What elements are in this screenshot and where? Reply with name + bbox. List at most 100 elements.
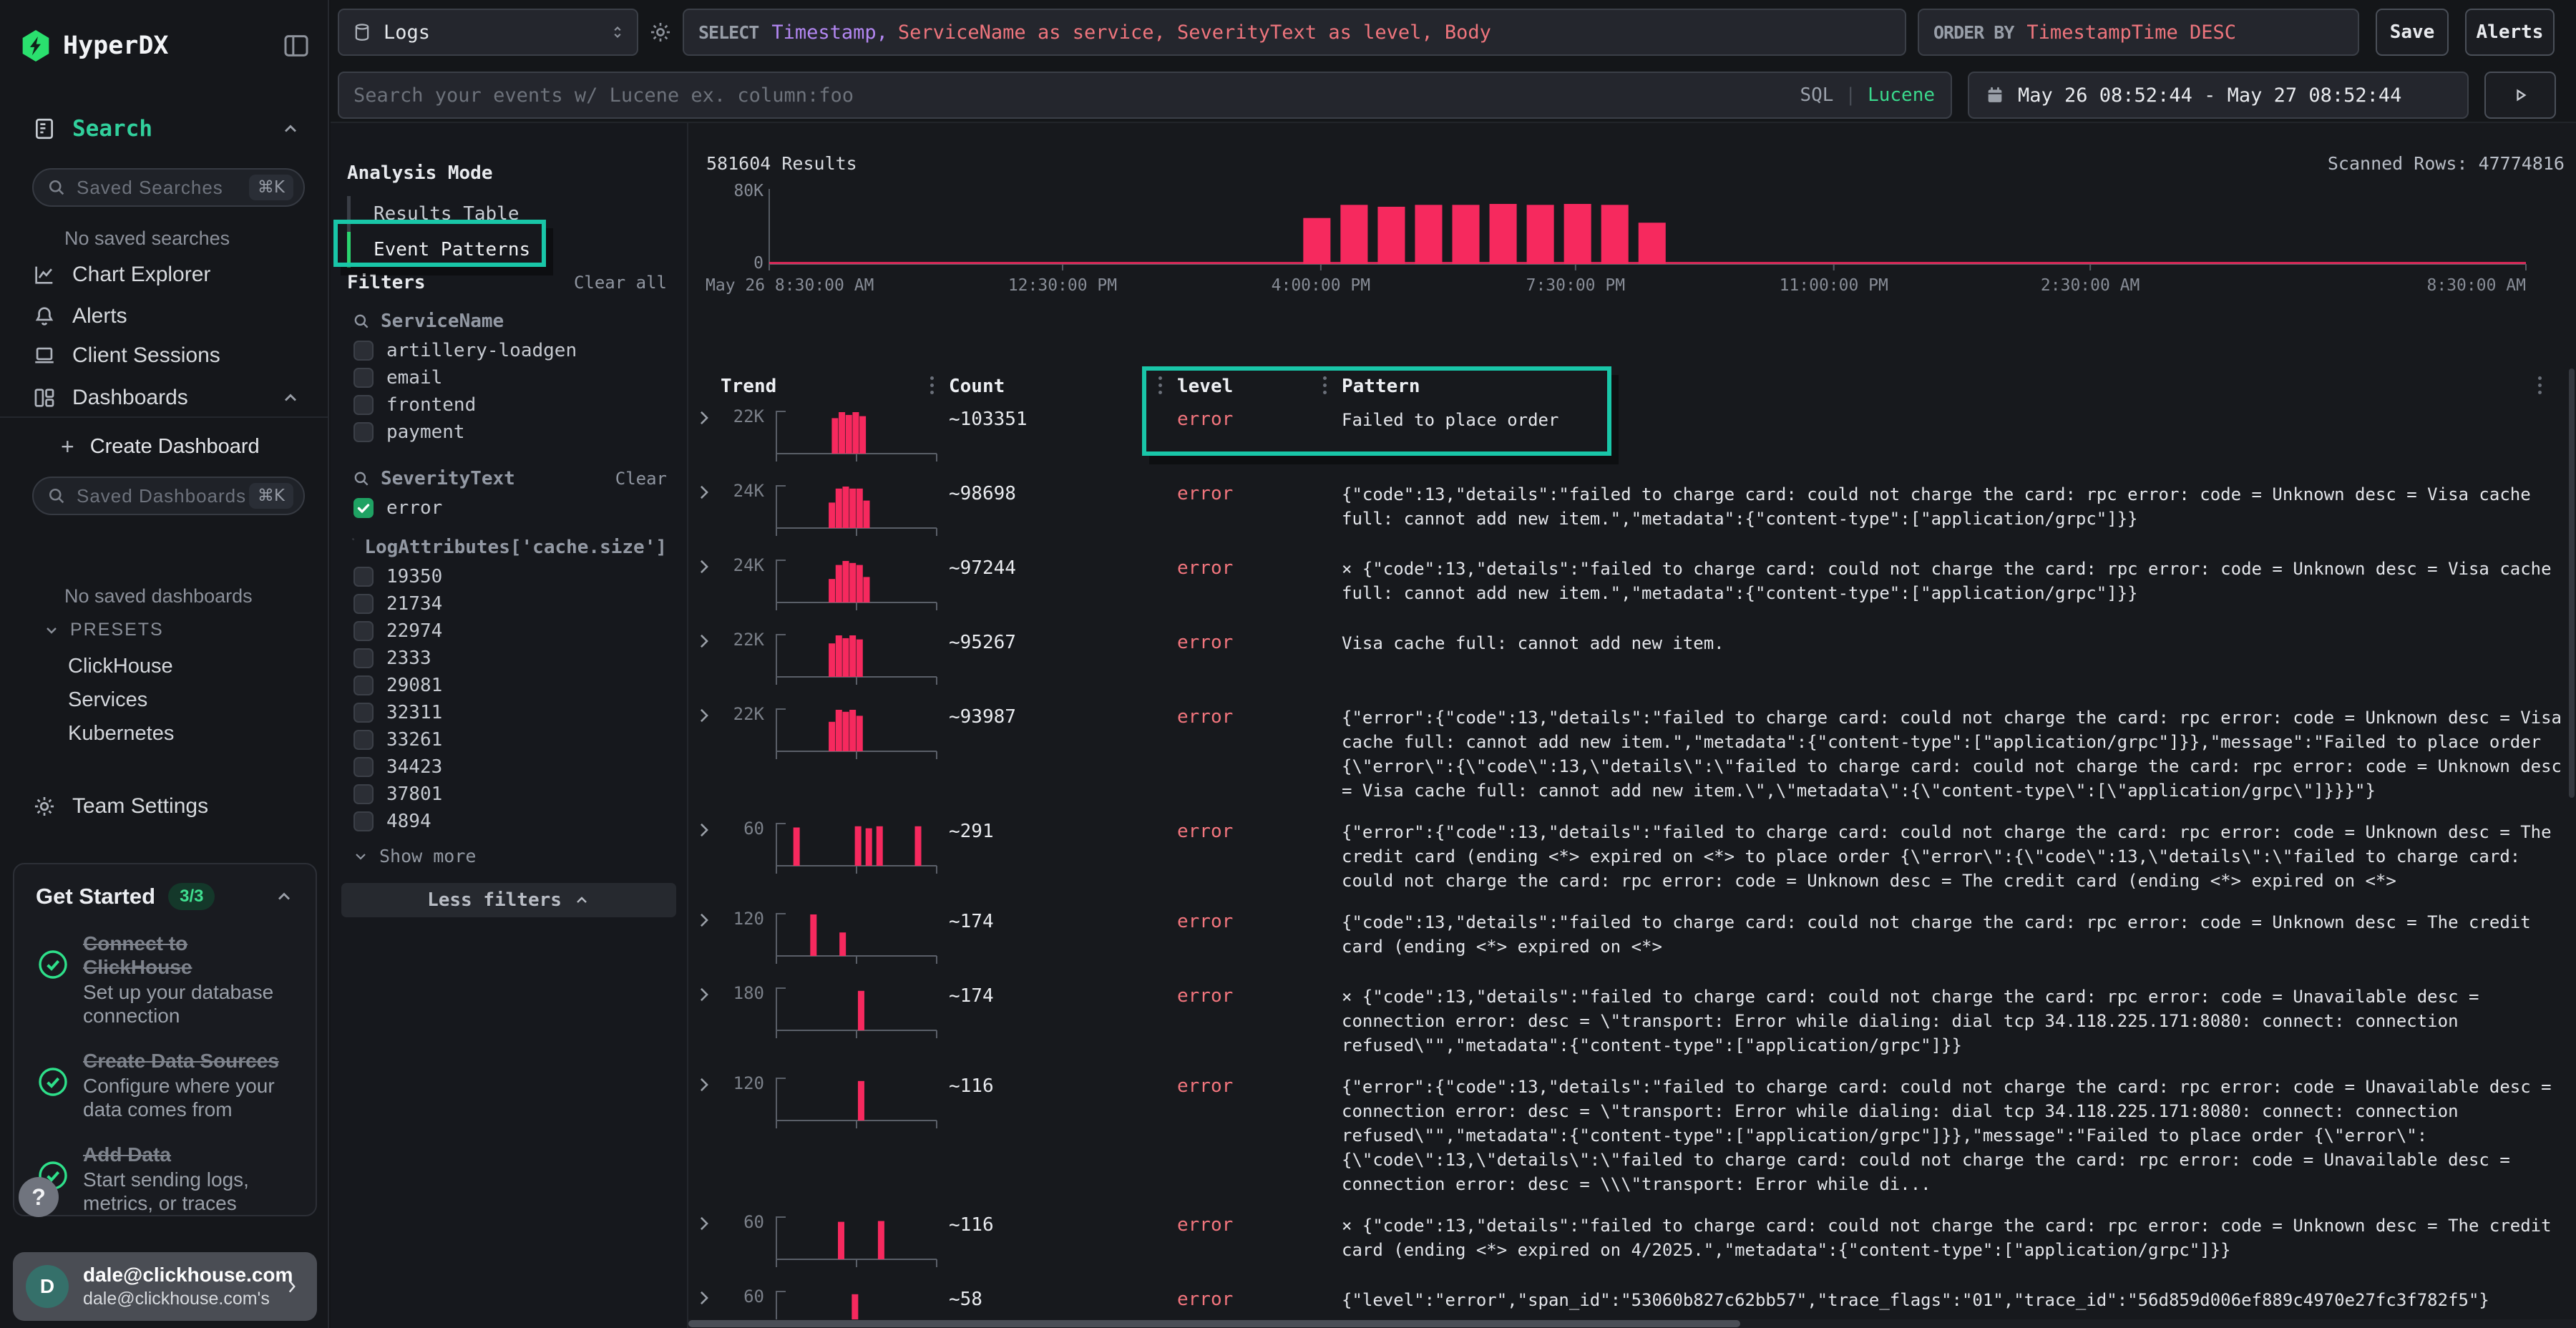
select-clause-input[interactable]: SELECT Timestamp, ServiceName as service… <box>683 9 1906 56</box>
save-button[interactable]: Save <box>2376 9 2449 56</box>
sidebar-item-alerts[interactable]: Alerts <box>0 299 328 333</box>
get-started-item[interactable]: Add DataStart sending logs, metrics, or … <box>36 1143 294 1215</box>
column-header-level[interactable]: level <box>1177 375 1233 398</box>
pattern-text[interactable]: Visa cache full: cannot add new item. <box>1342 631 2563 655</box>
servicename-filter-option[interactable]: payment <box>353 422 673 442</box>
column-header-trend[interactable]: Trend <box>721 375 776 398</box>
cache-size-filter-option[interactable]: 21734 <box>353 594 673 614</box>
saved-searches-input[interactable] <box>77 177 249 199</box>
chevron-up-icon[interactable] <box>280 119 301 139</box>
less-filters-button[interactable]: Less filters <box>341 883 676 917</box>
cache-size-filter-option[interactable]: 2333 <box>353 648 673 668</box>
search-icon[interactable] <box>352 538 354 557</box>
pattern-row[interactable]: 120~174error{"code":13,"details":"failed… <box>688 910 2576 967</box>
chevron-up-icon[interactable] <box>280 388 301 408</box>
checkbox[interactable] <box>353 498 374 518</box>
horizontal-scrollbar[interactable] <box>688 1320 1740 1327</box>
column-drag-handle-icon[interactable] <box>1323 376 1327 394</box>
help-button[interactable]: ? <box>19 1177 59 1217</box>
checkbox[interactable] <box>353 594 374 614</box>
pattern-row[interactable]: 60~116error× {"code":13,"details":"faile… <box>688 1214 2576 1271</box>
source-settings-gear-icon[interactable] <box>648 20 673 44</box>
presets-toggle[interactable]: PRESETS <box>43 620 164 640</box>
event-search-bar[interactable]: Search your events w/ Lucene ex. column:… <box>338 72 1952 119</box>
run-query-button[interactable] <box>2484 72 2556 119</box>
search-icon[interactable] <box>352 469 371 488</box>
servicename-filter-option[interactable]: email <box>353 368 673 388</box>
column-header-pattern[interactable]: Pattern <box>1342 375 1420 398</box>
pattern-row[interactable]: 120~116error{"error":{"code":13,"details… <box>688 1075 2576 1196</box>
pattern-text[interactable]: × {"code":13,"details":"failed to charge… <box>1342 1214 2563 1262</box>
get-started-item[interactable]: Create Data SourcesConfigure where your … <box>36 1049 294 1121</box>
cache-size-filter-option[interactable]: 32311 <box>353 703 673 723</box>
pattern-text[interactable]: {"code":13,"details":"failed to charge c… <box>1342 482 2563 531</box>
checkbox[interactable] <box>353 395 374 415</box>
clear-group-button[interactable]: Clear <box>615 469 667 489</box>
checkbox[interactable] <box>353 567 374 587</box>
search-icon[interactable] <box>352 312 371 331</box>
cache-size-filter-option[interactable]: 4894 <box>353 811 673 831</box>
checkbox[interactable] <box>353 368 374 388</box>
pattern-text[interactable]: {"error":{"code":13,"details":"failed to… <box>1342 1075 2563 1196</box>
pattern-text[interactable]: × {"code":13,"details":"failed to charge… <box>1342 985 2563 1058</box>
lang-lucene-toggle[interactable]: Lucene <box>1868 84 1935 106</box>
mode-event-patterns[interactable]: Event Patterns <box>347 232 665 268</box>
checkbox[interactable] <box>353 341 374 361</box>
table-options-icon[interactable] <box>2538 376 2542 394</box>
sidebar-collapse-icon[interactable] <box>282 31 311 60</box>
checkbox[interactable] <box>353 703 374 723</box>
checkbox[interactable] <box>353 621 374 641</box>
pattern-row[interactable]: 22K~103351errorFailed to place order <box>688 408 2576 465</box>
time-range-picker[interactable]: May 26 08:52:44 - May 27 08:52:44 <box>1968 72 2469 119</box>
checkbox[interactable] <box>353 811 374 831</box>
alerts-button[interactable]: Alerts <box>2465 9 2555 56</box>
checkbox[interactable] <box>353 422 374 442</box>
checkbox[interactable] <box>353 675 374 695</box>
lang-sql-toggle[interactable]: SQL <box>1800 84 1833 106</box>
get-started-item[interactable]: Connect to ClickHouseSet up your databas… <box>36 932 294 1027</box>
checkbox[interactable] <box>353 757 374 777</box>
column-drag-handle-icon[interactable] <box>930 376 934 394</box>
sidebar-item-dashboards[interactable]: Dashboards <box>0 381 328 415</box>
checkbox[interactable] <box>353 648 374 668</box>
user-menu[interactable]: D dale@clickhouse.com dale@clickhouse.co… <box>13 1252 317 1321</box>
vertical-scrollbar[interactable] <box>2569 368 2575 798</box>
sidebar-item-chart-explorer[interactable]: Chart Explorer <box>0 258 328 292</box>
pattern-text[interactable]: {"error":{"code":13,"details":"failed to… <box>1342 706 2563 803</box>
pattern-row[interactable]: 24K~97244error× {"code":13,"details":"fa… <box>688 557 2576 614</box>
preset-kubernetes[interactable]: Kubernetes <box>68 722 174 746</box>
checkbox[interactable] <box>353 730 374 750</box>
preset-clickhouse[interactable]: ClickHouse <box>68 655 173 678</box>
source-select[interactable]: Logs <box>338 9 638 56</box>
clear-all-button[interactable]: Clear all <box>574 273 667 293</box>
mode-results-table[interactable]: Results Table <box>347 196 665 232</box>
pattern-row[interactable]: 24K~98698error{"code":13,"details":"fail… <box>688 482 2576 540</box>
preset-services[interactable]: Services <box>68 688 147 712</box>
sidebar-item-client-sessions[interactable]: Client Sessions <box>0 338 328 373</box>
create-dashboard-button[interactable]: + Create Dashboard <box>0 429 328 464</box>
cache-size-filter-option[interactable]: 33261 <box>353 730 673 750</box>
cache-size-filter-option[interactable]: 19350 <box>353 567 673 587</box>
pattern-row[interactable]: 180~174error× {"code":13,"details":"fail… <box>688 985 2576 1058</box>
pattern-text[interactable]: {"level":"error","span_id":"53060b827c62… <box>1342 1288 2563 1312</box>
servicename-filter-option[interactable]: frontend <box>353 395 673 415</box>
saved-searches-search[interactable]: ⌘K <box>32 168 305 207</box>
checkbox[interactable] <box>353 784 374 804</box>
saved-dashboards-input[interactable] <box>77 485 249 507</box>
pattern-row[interactable]: 22K~93987error{"error":{"code":13,"detai… <box>688 706 2576 803</box>
chevron-up-icon[interactable] <box>274 887 294 907</box>
column-header-count[interactable]: Count <box>949 375 1005 398</box>
pattern-row[interactable]: 22K~95267errorVisa cache full: cannot ad… <box>688 631 2576 688</box>
cache-size-filter-option[interactable]: 34423 <box>353 757 673 777</box>
pattern-row[interactable]: 60~291error{"error":{"code":13,"details"… <box>688 820 2576 893</box>
pattern-text[interactable]: {"error":{"code":13,"details":"failed to… <box>1342 820 2563 893</box>
show-more-button[interactable]: Show more <box>352 846 476 866</box>
results-histogram[interactable]: 80K0May 26 8:30:00 AM12:30:00 PM4:00:00 … <box>688 182 2574 303</box>
cache-size-filter-option[interactable]: 22974 <box>353 621 673 641</box>
cache-size-filter-option[interactable]: 37801 <box>353 784 673 804</box>
saved-dashboards-search[interactable]: ⌘K <box>32 477 305 515</box>
pattern-text[interactable]: Failed to place order <box>1342 408 2563 432</box>
pattern-text[interactable]: {"code":13,"details":"failed to charge c… <box>1342 910 2563 959</box>
servicename-filter-option[interactable]: artillery-loadgen <box>353 341 673 361</box>
cache-size-filter-option[interactable]: 29081 <box>353 675 673 695</box>
